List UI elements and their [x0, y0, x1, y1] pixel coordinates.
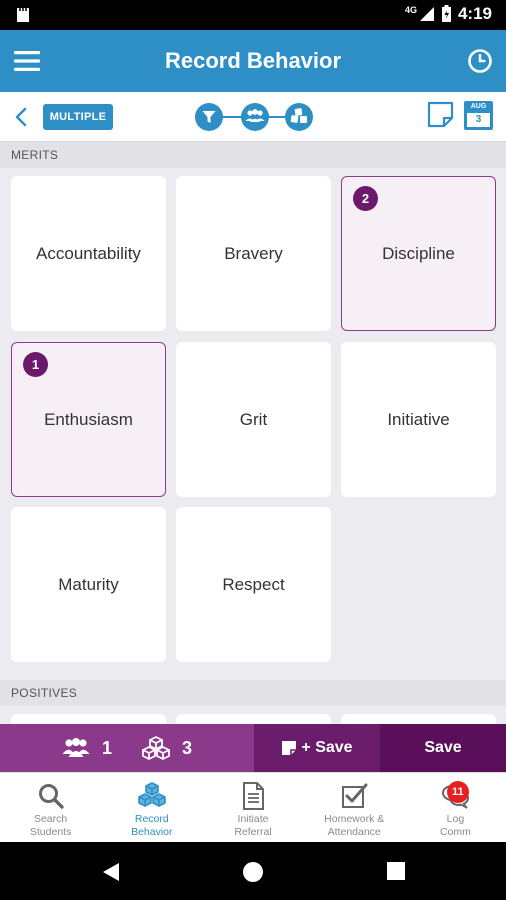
nav-label: Log Comm [439, 813, 471, 838]
checkbox-icon [342, 783, 368, 808]
students-group-icon [62, 738, 90, 757]
page-title: Record Behavior [164, 48, 342, 73]
merit-label: Accountability [36, 243, 141, 263]
nav-label: Search Students [29, 813, 72, 838]
merit-count-badge: 1 [23, 352, 48, 377]
nav-search-students[interactable]: Search Students [0, 773, 101, 842]
nav-homework-attendance[interactable]: Homework & Attendance [304, 773, 405, 842]
date-picker-badge[interactable]: AUG 3 [464, 101, 493, 130]
merit-tile[interactable]: Maturity [11, 507, 166, 662]
merit-label: Discipline [382, 243, 455, 263]
nav-initiate-referral[interactable]: Initiate Referral [202, 773, 303, 842]
behaviors-step-icon[interactable] [285, 103, 313, 131]
filter-step-icon[interactable] [195, 103, 223, 131]
behavior-content: MERITS Accountability Bravery 2 Discipli… [0, 142, 506, 724]
merit-tile-selected[interactable]: 2 Discipline [341, 176, 496, 331]
nav-record-behavior[interactable]: Record Behavior [101, 773, 202, 842]
system-navigation-bar [0, 842, 506, 900]
back-chevron-icon[interactable] [12, 104, 30, 130]
merit-label: Enthusiasm [44, 409, 133, 429]
bottom-navigation: Search Students Record Behavior Initiate… [0, 772, 506, 842]
log-comm-badge: 11 [446, 781, 469, 803]
recents-square-icon[interactable] [386, 861, 406, 881]
merit-count-badge: 2 [353, 186, 378, 211]
students-count: 1 [101, 737, 112, 758]
positive-tile[interactable] [176, 714, 331, 724]
positives-section-header: POSITIVES [0, 680, 506, 706]
positive-tile[interactable] [341, 714, 496, 724]
merit-label: Initiative [387, 409, 450, 429]
status-bar: 4G 4:19 [0, 0, 506, 30]
merit-tile[interactable]: Bravery [176, 176, 331, 331]
selection-summary[interactable]: 1 3 [0, 724, 254, 772]
save-button[interactable]: Save [380, 724, 506, 772]
app-bar: Record Behavior [0, 30, 506, 92]
merit-label: Respect [222, 574, 285, 594]
add-note-icon[interactable] [427, 101, 454, 128]
home-circle-icon[interactable] [242, 861, 264, 883]
document-icon [243, 782, 264, 810]
workflow-steps [195, 103, 313, 131]
nav-log-comm[interactable]: 11 Log Comm [405, 773, 506, 842]
behaviors-count: 3 [182, 737, 193, 758]
search-icon [38, 784, 64, 809]
note-icon [282, 741, 297, 755]
nav-label: Record Behavior [131, 813, 173, 838]
behaviors-cubes-icon [142, 736, 170, 760]
merit-label: Maturity [58, 574, 119, 594]
students-step-icon[interactable] [241, 103, 269, 131]
clock-text: 4:19 [457, 4, 492, 23]
multiple-mode-button[interactable]: MULTIPLE [43, 104, 113, 130]
note-save-label: + Save [301, 739, 353, 756]
merits-section-header: MERITS [0, 142, 506, 168]
network-label: 4G [404, 5, 417, 15]
nav-label: Initiate Referral [234, 813, 272, 838]
date-day: 3 [467, 113, 490, 127]
nav-label: Homework & Attendance [324, 813, 385, 838]
merit-label: Grit [239, 409, 268, 429]
history-clock-icon[interactable] [466, 47, 494, 75]
merit-tile[interactable]: Initiative [341, 342, 496, 497]
merit-tile[interactable]: Respect [176, 507, 331, 662]
positive-tile[interactable] [11, 714, 166, 724]
signal-icon [419, 7, 434, 21]
merit-tile[interactable]: Grit [176, 342, 331, 497]
date-month: AUG [470, 103, 487, 110]
merit-tile[interactable]: Accountability [11, 176, 166, 331]
merit-label: Bravery [224, 243, 283, 263]
back-triangle-icon[interactable] [100, 861, 122, 883]
action-bar: 1 3 + Save Save [0, 724, 506, 772]
merit-tile-selected[interactable]: 1 Enthusiasm [11, 342, 166, 497]
cubes-icon [137, 782, 166, 807]
notification-icon [17, 8, 29, 22]
battery-icon [441, 5, 451, 22]
note-save-button[interactable]: + Save [254, 724, 380, 772]
